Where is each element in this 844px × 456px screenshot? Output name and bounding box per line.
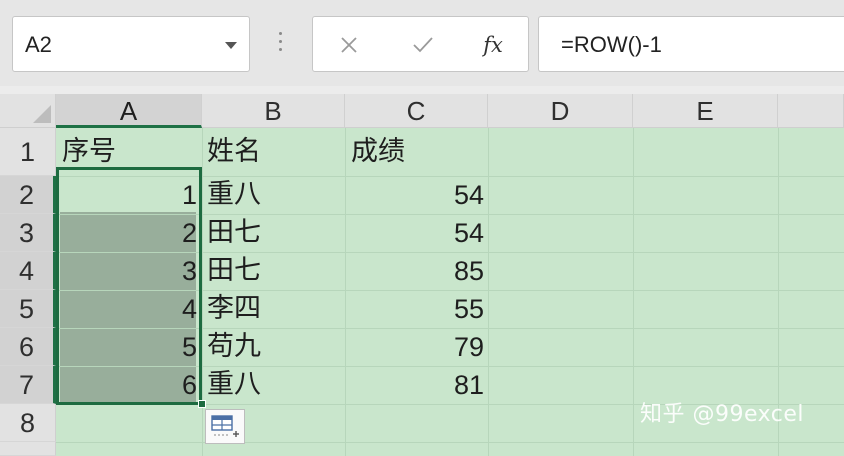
- cell-b5[interactable]: 李四: [207, 290, 261, 328]
- column-header-e[interactable]: E: [633, 94, 778, 128]
- column-header-f[interactable]: [778, 94, 844, 128]
- formula-text[interactable]: =ROW()-1: [561, 17, 662, 73]
- cancel-x-icon: [341, 37, 357, 53]
- select-all-corner[interactable]: [0, 94, 56, 128]
- row-header-3[interactable]: 3: [0, 214, 56, 252]
- cell-c1[interactable]: 成绩: [351, 133, 405, 171]
- enter-button[interactable]: [403, 17, 443, 73]
- column-header-d[interactable]: D: [488, 94, 633, 128]
- grid-line: [345, 128, 346, 456]
- cell-c6[interactable]: 79: [350, 328, 484, 366]
- watermark: 知乎 @99excel: [640, 402, 805, 427]
- row-header-4[interactable]: 4: [0, 252, 56, 290]
- more-options-icon[interactable]: [279, 32, 283, 56]
- quick-analysis-icon: [211, 415, 239, 437]
- select-all-icon: [33, 105, 51, 123]
- name-box-value[interactable]: A2: [25, 17, 52, 73]
- chevron-down-icon[interactable]: [225, 42, 237, 49]
- fill-handle[interactable]: [198, 400, 206, 408]
- row-header-5[interactable]: 5: [0, 290, 56, 328]
- cell-c5[interactable]: 55: [350, 290, 484, 328]
- row-header-7[interactable]: 7: [0, 366, 56, 404]
- formula-bar: A2 fx =ROW()-1: [0, 0, 844, 86]
- grid-line: [56, 442, 844, 443]
- name-box[interactable]: A2: [12, 16, 250, 72]
- row-header-6[interactable]: 6: [0, 328, 56, 366]
- cell-c3[interactable]: 54: [350, 214, 484, 252]
- formula-buttons: fx: [312, 16, 529, 72]
- fx-icon: fx: [483, 33, 503, 57]
- row-header-2[interactable]: 2: [0, 176, 56, 214]
- column-header-a[interactable]: A: [56, 94, 202, 128]
- selection-border: [56, 167, 202, 405]
- cell-b2[interactable]: 重八: [207, 176, 261, 214]
- cell-a1[interactable]: 序号: [62, 133, 116, 171]
- row-header-1[interactable]: 1: [0, 128, 56, 176]
- cell-b6[interactable]: 苟九: [207, 328, 261, 366]
- row-header-9[interactable]: [0, 442, 56, 456]
- grid-line: [488, 128, 489, 456]
- cell-b7[interactable]: 重八: [207, 366, 261, 404]
- cell-c7[interactable]: 81: [350, 366, 484, 404]
- grid-line: [633, 128, 634, 456]
- column-header-b[interactable]: B: [202, 94, 345, 128]
- cell-b4[interactable]: 田七: [207, 252, 261, 290]
- cancel-button[interactable]: [329, 17, 369, 73]
- formula-input[interactable]: =ROW()-1: [538, 16, 844, 72]
- quick-analysis-button[interactable]: [205, 409, 245, 444]
- cell-c4[interactable]: 85: [350, 252, 484, 290]
- cell-b1[interactable]: 姓名: [207, 133, 261, 171]
- check-icon: [413, 37, 433, 53]
- column-header-c[interactable]: C: [345, 94, 488, 128]
- cell-c2[interactable]: 54: [350, 176, 484, 214]
- cell-b3[interactable]: 田七: [207, 214, 261, 252]
- row-header-8[interactable]: 8: [0, 404, 56, 442]
- insert-function-button[interactable]: fx: [473, 17, 513, 73]
